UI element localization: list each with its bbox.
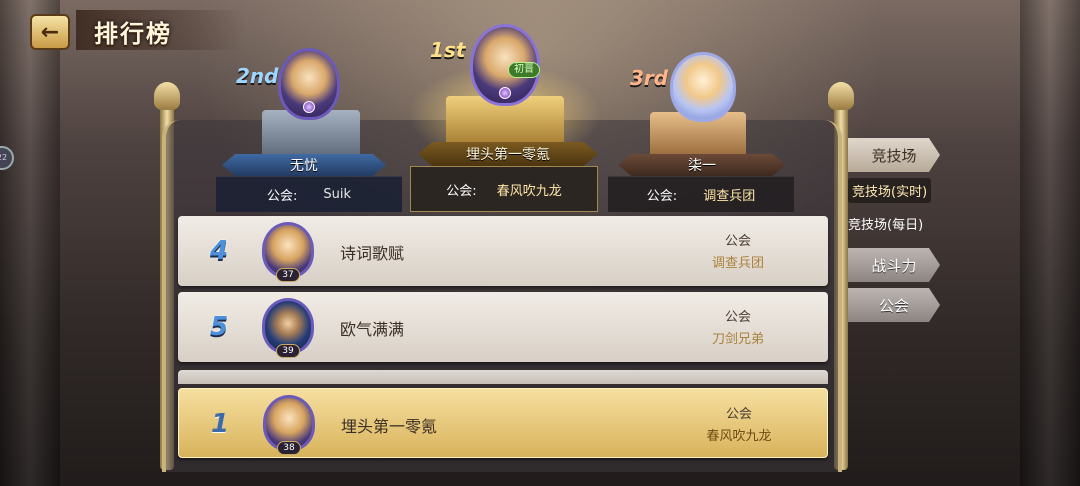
guild-name: 春风吹九龙 <box>706 429 772 444</box>
guild-label: 公会 <box>724 234 751 249</box>
second-place-avatar[interactable] <box>278 48 340 120</box>
back-button[interactable]: ← <box>30 14 70 50</box>
level-badge: 37 <box>276 268 300 282</box>
guild-label: 公会: <box>266 189 298 204</box>
gem-icon <box>303 101 315 113</box>
guild-name: 春风吹九龙 <box>496 183 562 199</box>
subtab-arena-daily[interactable]: 竞技场(每日) <box>848 214 923 233</box>
list-item[interactable]: 5 39 欧气满满 公会 刀剑兄弟 <box>178 292 828 362</box>
guild-label: 公会: <box>446 183 477 199</box>
right-rail-cap <box>828 82 854 110</box>
level-badge: 38 <box>277 441 301 455</box>
guild-name: Suik <box>323 187 352 202</box>
first-place-name: 埋头第一零氪 <box>418 142 598 166</box>
second-place-name: 无忧 <box>222 154 386 176</box>
status-badge: 初晋 <box>508 62 540 78</box>
tab-power[interactable]: 战斗力 <box>848 248 940 282</box>
player-name: 埋头第一零氪 <box>341 417 438 436</box>
guild-name: 调查兵团 <box>703 189 756 204</box>
list-item-partial <box>178 370 828 384</box>
tab-guild[interactable]: 公会 <box>848 288 940 322</box>
third-place-avatar[interactable] <box>670 52 736 122</box>
subtab-arena-realtime[interactable]: 竞技场(实时) <box>848 178 932 203</box>
player-name: 欧气满满 <box>340 320 405 339</box>
level-badge: 39 <box>276 344 300 358</box>
my-rank-row[interactable]: 1 38 埋头第一零氪 公会 春风吹九龙 <box>178 388 828 458</box>
guild-name: 刀剑兄弟 <box>711 332 764 347</box>
list-item[interactable]: 4 37 诗词歌赋 公会 调查兵团 <box>178 216 828 286</box>
guild-label: 公会 <box>725 407 752 422</box>
left-pillar <box>0 0 60 486</box>
guild-label: 公会 <box>724 310 751 325</box>
page-title: 排行榜 <box>94 20 172 48</box>
second-place-guild-card: 公会: Suik <box>216 176 402 212</box>
third-place-guild-card: 公会: 调查兵团 <box>608 176 794 212</box>
first-place-guild-card: 公会: 春风吹九龙 <box>410 166 598 212</box>
left-rail-cap <box>154 82 180 110</box>
rank-tag-second: 2nd <box>236 64 279 88</box>
guild-label: 公会: <box>646 189 678 204</box>
player-name: 诗词歌赋 <box>340 244 405 263</box>
guild-name: 调查兵团 <box>711 256 764 271</box>
row-rank: 5 <box>209 312 229 342</box>
third-place-name: 柒一 <box>618 154 786 176</box>
row-rank: 4 <box>209 236 229 266</box>
right-pillar <box>1020 0 1080 486</box>
rank-tag-third: 3rd <box>630 66 669 90</box>
back-arrow-icon: ← <box>40 19 60 45</box>
gem-icon <box>499 87 511 99</box>
tab-arena[interactable]: 竞技场 <box>848 138 940 172</box>
row-rank: 1 <box>210 409 230 439</box>
rank-tag-first: 1st <box>430 38 466 62</box>
